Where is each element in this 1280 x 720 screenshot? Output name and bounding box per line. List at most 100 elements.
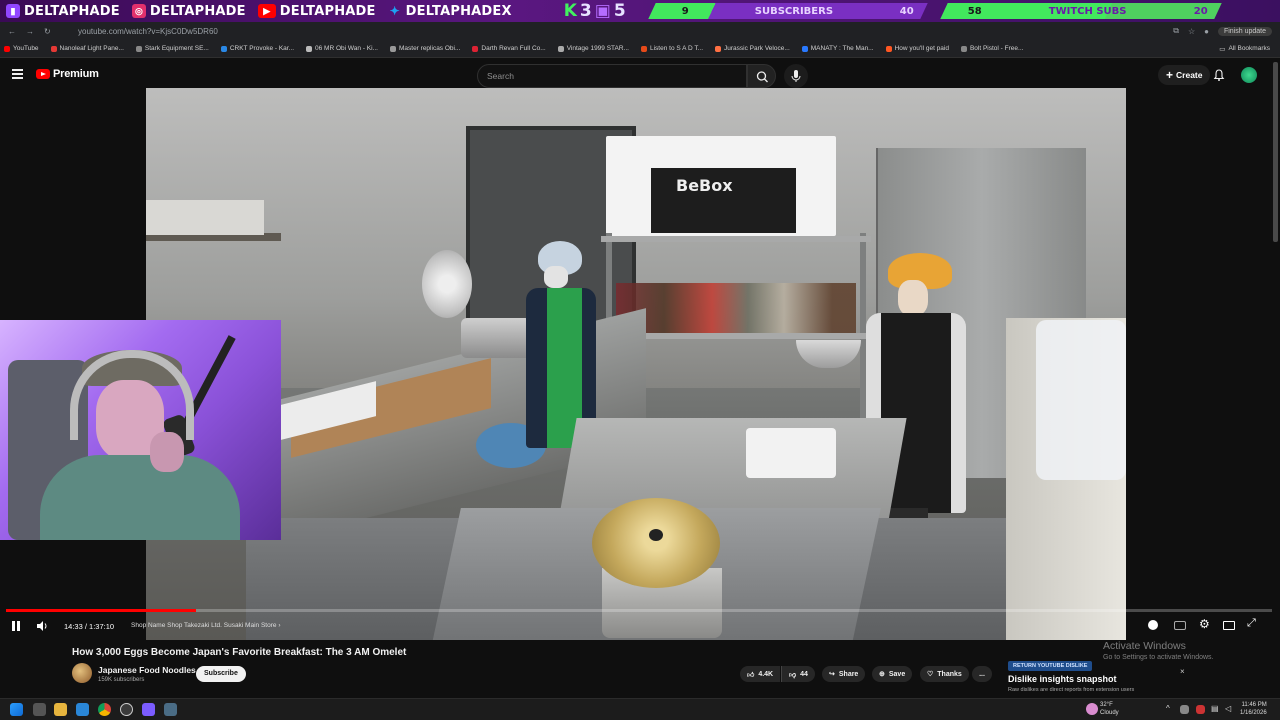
watermark-line2: Go to Settings to activate Windows. [1103,654,1214,661]
back-icon[interactable]: ← [8,27,16,36]
save-button[interactable]: ⊕ Save [872,666,913,682]
bookmark-item[interactable]: 06 MR Obi Wan - Ki... [306,45,378,52]
menu-icon[interactable] [12,69,23,81]
return-dislike-button[interactable]: RETURN YOUTUBE DISLIKE [1008,661,1093,671]
theater-mode-icon[interactable] [1223,621,1235,630]
bookmark-favicon-icon [135,45,142,52]
network-icon[interactable]: ▤ [1211,704,1219,713]
weather-widget[interactable]: 32°F Cloudy [1100,701,1119,717]
reload-icon[interactable]: ↻ [44,27,51,36]
chrome-icon[interactable] [98,703,111,716]
voice-search-button[interactable] [784,64,808,88]
chapter-title[interactable]: Shop Name Shop Takezaki Ltd. Susaki Main… [131,622,280,629]
goal-current: 58 [968,5,982,17]
bookmark-item[interactable]: Bolt Pistol - Free... [960,45,1023,52]
goal-target: 40 [900,5,914,17]
goal-target: 20 [1194,5,1208,17]
obs-icon[interactable] [120,703,133,716]
bookmark-item[interactable]: How you'll get paid [885,45,949,52]
search-input[interactable]: Search [477,64,747,88]
video-frame[interactable]: BeBox [146,88,1126,640]
return-dislike-panel: RETURN YOUTUBE DISLIKE Dislike insights … [1004,660,1194,700]
folder-icon: ▭ [1219,45,1226,53]
social-instagram: ◎ DELTAPHADE [126,0,252,22]
subscriber-count: 159K subscribers [98,677,145,683]
all-bookmarks-button[interactable]: ▭ All Bookmarks [1219,45,1270,53]
dislike-button[interactable]: 👎︎ 44 [781,666,815,682]
settings-gear-icon[interactable]: ⚙ [1199,617,1210,631]
bookmark-label: Listen to S A D T... [650,45,703,52]
egg-trays [746,428,836,478]
search-icon [756,71,768,83]
subscribe-button[interactable]: Subscribe [196,666,246,682]
weather-icon [1086,703,1098,715]
bookmark-item[interactable]: Listen to S A D T... [641,45,703,52]
player-controls: 14:33 / 1:37:10 Shop Name Shop Takezaki … [0,614,1280,638]
bookmark-favicon-icon [641,45,647,52]
bookmark-item[interactable]: Vintage 1999 STAR... [557,45,629,52]
page-scrollbar[interactable] [1273,62,1278,242]
account-avatar[interactable] [1241,67,1257,83]
taskbar-clock[interactable]: 11:46 PM 1/16/2026 [1240,701,1267,717]
bookmark-item[interactable]: MANATY : The Man... [801,45,874,52]
bookmark-item[interactable]: Nanoleaf Light Pane... [50,45,124,52]
create-button[interactable]: + Create [1158,65,1211,85]
tray-icon[interactable] [1196,705,1205,714]
youtube-header: Premium Search + Create [0,58,1280,88]
finish-update-button[interactable]: Finish update [1217,26,1272,36]
windows-start-icon[interactable] [10,703,23,716]
bookmark-favicon-icon [885,45,892,52]
captions-icon[interactable] [1174,621,1186,630]
bookmark-favicon-icon [50,45,57,52]
fullscreen-icon[interactable]: ⤢ [1247,617,1256,630]
bookmark-favicon-icon [960,45,967,52]
pause-icon[interactable] [11,620,21,632]
notifications-bell-icon[interactable] [1212,68,1226,82]
profile-icon[interactable]: ● [1204,27,1209,36]
more-actions-button[interactable]: ... [972,666,992,682]
gold-pot-lid [592,498,720,588]
bookmark-favicon-icon [557,45,564,52]
cook-left-face [544,266,568,288]
bookmark-item[interactable]: CRKT Provoke - Kar... [220,45,294,52]
streamer-webcam [0,320,281,540]
thanks-button[interactable]: ♡ Thanks [920,666,969,682]
bookmark-label: Stark Equipment SE... [144,45,209,52]
watermark-line1: Activate Windows [1103,640,1186,652]
social-twitter: ✦ DELTAPHADEX [382,0,518,22]
create-label: Create [1176,70,1203,80]
task-view-icon[interactable] [33,703,46,716]
search-button[interactable] [747,64,776,88]
autoplay-toggle-icon[interactable] [1148,620,1158,630]
k35-logo: K 3 ▣ 5 [564,1,626,21]
share-button[interactable]: ↪ Share [822,666,866,682]
bookmark-star-icon[interactable]: ☆ [1188,27,1195,36]
url-field[interactable]: youtube.com/watch?v=KjsC0Dw5DR60 [78,27,218,36]
like-button[interactable]: 👍︎ 4.4K [740,666,781,682]
weather-desc: Cloudy [1100,710,1119,716]
progress-bar[interactable] [6,609,1272,612]
volume-tray-icon[interactable]: ◁ [1225,704,1231,713]
file-explorer-icon[interactable] [54,703,67,716]
discord-icon[interactable] [142,703,155,716]
channel-name[interactable]: Japanese Food Noodles [98,665,196,675]
bookmark-item[interactable]: Jurassic Park Veloce... [715,45,790,52]
rack-items [616,283,856,333]
volume-icon[interactable] [36,620,48,632]
youtube-logo[interactable]: Premium [36,68,99,80]
bookmark-item[interactable]: Master replicas Obi... [389,45,460,52]
bookmark-item[interactable]: Stark Equipment SE... [135,45,209,52]
extensions-icon[interactable]: ⧉ [1173,26,1179,36]
bookmark-item[interactable]: YouTube [4,45,39,52]
bookmark-favicon-icon [472,45,479,52]
thumbs-up-icon: 👍︎ [747,671,755,679]
forward-icon[interactable]: → [26,27,34,36]
tray-chevron-icon[interactable]: ^ [1166,704,1170,713]
app-icon[interactable] [164,703,177,716]
channel-avatar[interactable] [72,663,92,683]
bookmark-item[interactable]: Darth Revan Full Co... [472,45,546,52]
vscode-icon[interactable] [76,703,89,716]
tray-icon[interactable] [1180,705,1189,714]
thumbs-down-icon: 👎︎ [789,671,797,679]
close-icon[interactable]: × [1180,667,1185,676]
